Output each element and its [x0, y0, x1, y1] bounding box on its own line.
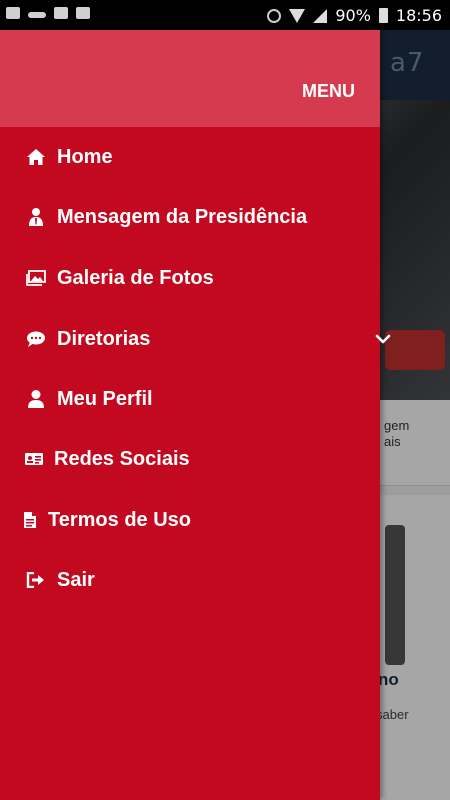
- clock: 18:56: [395, 6, 442, 25]
- id-card-icon: [24, 448, 44, 470]
- navigation-drawer: MENU Home Mensagem da Presidência Galeri…: [0, 30, 391, 800]
- menu-item-label: Mensagem da Presidência: [57, 205, 308, 228]
- user-icon: [25, 388, 47, 410]
- menu-item-home[interactable]: Home: [0, 127, 405, 187]
- drawer-header: MENU: [0, 30, 380, 127]
- status-bar: 90% 18:56: [0, 0, 450, 30]
- menu-item-photo-gallery[interactable]: Galeria de Fotos: [0, 248, 405, 308]
- menu-item-presidency-message[interactable]: Mensagem da Presidência: [0, 187, 405, 247]
- menu-item-label: Diretorias: [57, 327, 151, 350]
- menu-item-label: Sair: [57, 568, 95, 591]
- menu-item-label: Meu Perfil: [57, 387, 153, 410]
- menu-item-label: Galeria de Fotos: [57, 266, 214, 289]
- battery-icon: [378, 8, 388, 23]
- menu-item-label: Termos de Uso: [48, 508, 191, 531]
- screenshot-icon: [6, 7, 20, 19]
- menu-item-sign-out[interactable]: Sair: [0, 550, 405, 610]
- menu-item-terms-of-use[interactable]: Termos de Uso: [0, 490, 402, 550]
- chat-bubble-icon: [25, 328, 47, 350]
- wifi-icon: [289, 8, 306, 23]
- voicemail-icon: [76, 7, 90, 19]
- menu-item-my-profile[interactable]: Meu Perfil: [0, 369, 405, 429]
- drawer-title: MENU: [302, 81, 355, 101]
- home-icon: [25, 146, 47, 168]
- presidency-icon: [25, 206, 47, 228]
- document-icon: [22, 509, 38, 531]
- photo-gallery-icon: [25, 267, 47, 289]
- battery-percentage: 90%: [335, 6, 371, 25]
- alarm-icon: [267, 8, 282, 23]
- system-icons: 90% 18:56: [267, 6, 442, 25]
- menu-item-label: Redes Sociais: [54, 447, 190, 470]
- mail-icon: [54, 7, 68, 19]
- notification-icons: [6, 7, 90, 19]
- menu-item-social-networks[interactable]: Redes Sociais: [0, 429, 404, 489]
- menu-item-label: Home: [57, 145, 113, 168]
- signal-icon: [313, 8, 328, 23]
- chevron-down-icon[interactable]: [373, 329, 393, 349]
- menu-item-diretorias[interactable]: Diretorias: [0, 309, 405, 369]
- sign-out-icon: [25, 569, 47, 591]
- vpn-key-icon: [28, 11, 46, 18]
